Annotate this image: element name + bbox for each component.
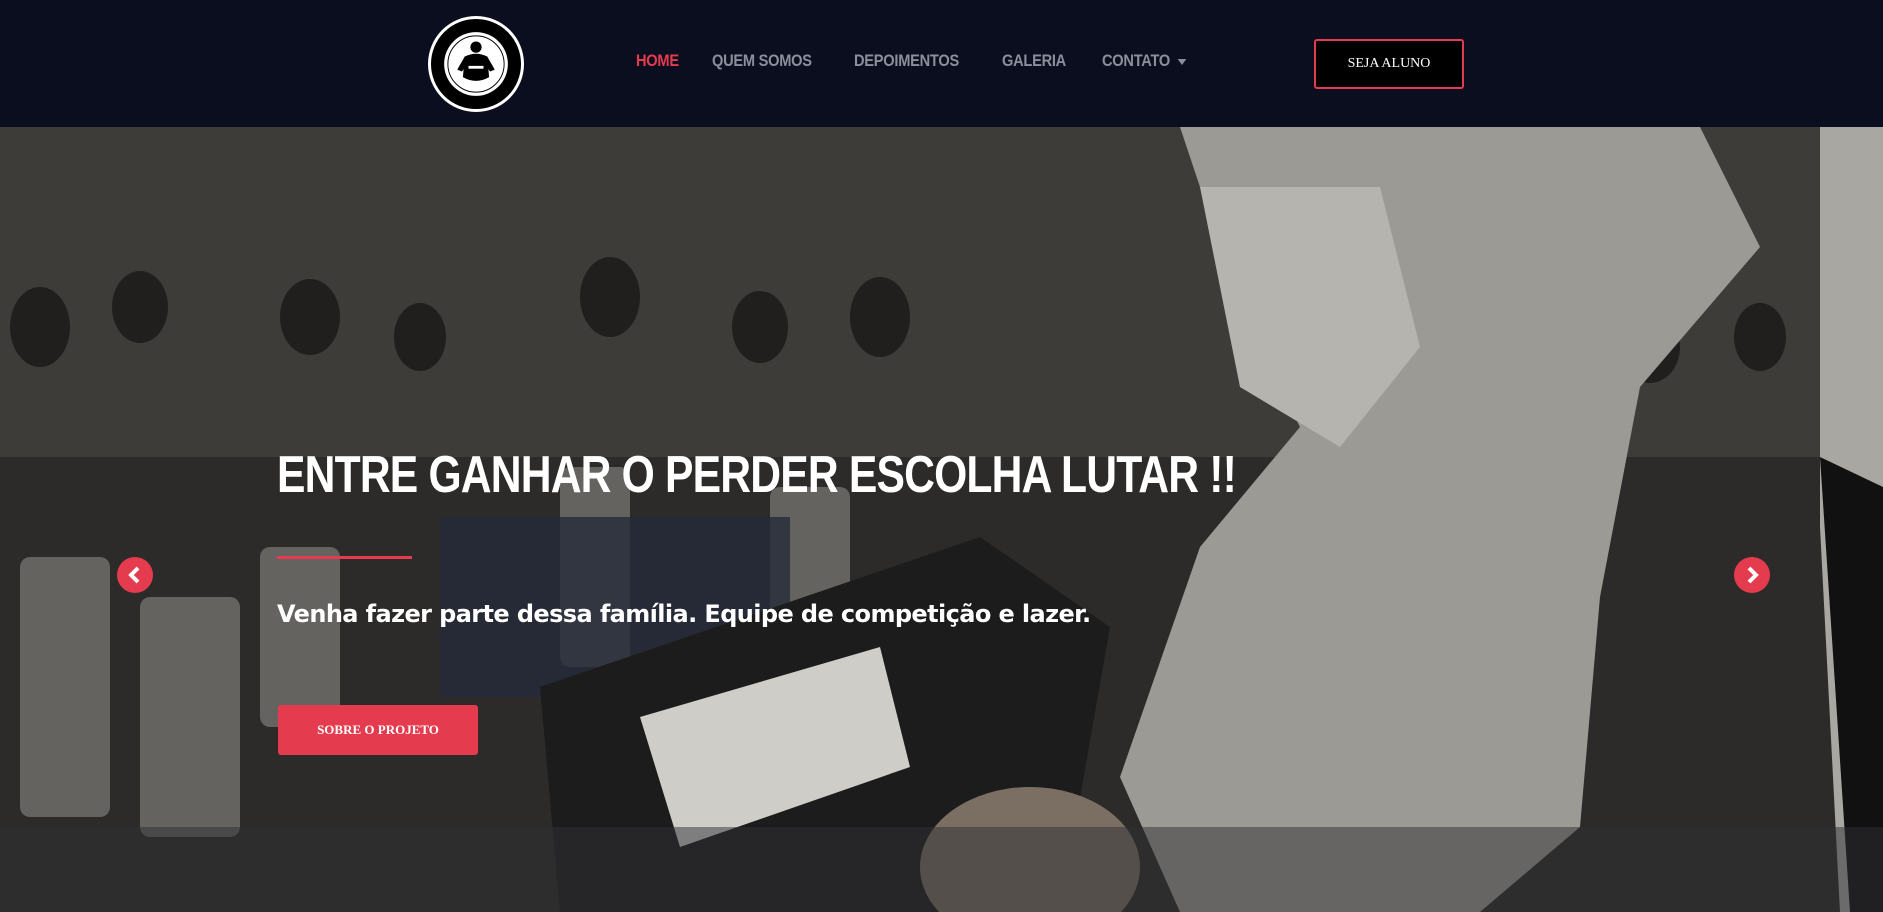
carousel-next-button[interactable]	[1734, 557, 1770, 593]
brand-logo[interactable]	[428, 16, 524, 112]
nav-item-contato[interactable]: CONTATO	[1102, 51, 1187, 71]
chevron-down-icon	[1178, 59, 1187, 65]
nav-item-depoimentos[interactable]: DEPOIMENTOS	[854, 51, 959, 71]
chevron-left-icon	[128, 566, 140, 584]
nav-item-home[interactable]: HOME	[636, 51, 679, 71]
hero-slider: ENTRE GANHAR O PERDER ESCOLHA LUTAR !! V…	[0, 127, 1883, 912]
nav-item-quem-somos[interactable]: QUEM SOMOS	[712, 51, 812, 71]
martial-arts-logo-icon	[444, 32, 508, 96]
hero-divider	[277, 556, 412, 559]
sobre-o-projeto-button[interactable]: SOBRE O PROJETO	[278, 705, 478, 755]
nav-item-galeria[interactable]: GALERIA	[1002, 51, 1066, 71]
site-header: HOME QUEM SOMOS DEPOIMENTOS GALERIA CONT…	[0, 0, 1883, 127]
chevron-right-icon	[1747, 566, 1759, 584]
carousel-prev-button[interactable]	[117, 557, 153, 593]
nav-item-contato-label: CONTATO	[1102, 51, 1171, 70]
main-nav: HOME QUEM SOMOS DEPOIMENTOS GALERIA CONT…	[636, 51, 1226, 71]
seja-aluno-button[interactable]: SEJA ALUNO	[1314, 39, 1464, 89]
hero-background-image	[0, 127, 1883, 912]
hero-title: ENTRE GANHAR O PERDER ESCOLHA LUTAR !!	[277, 446, 1237, 504]
hero-subtitle: Venha fazer parte dessa família. Equipe …	[277, 600, 1091, 628]
